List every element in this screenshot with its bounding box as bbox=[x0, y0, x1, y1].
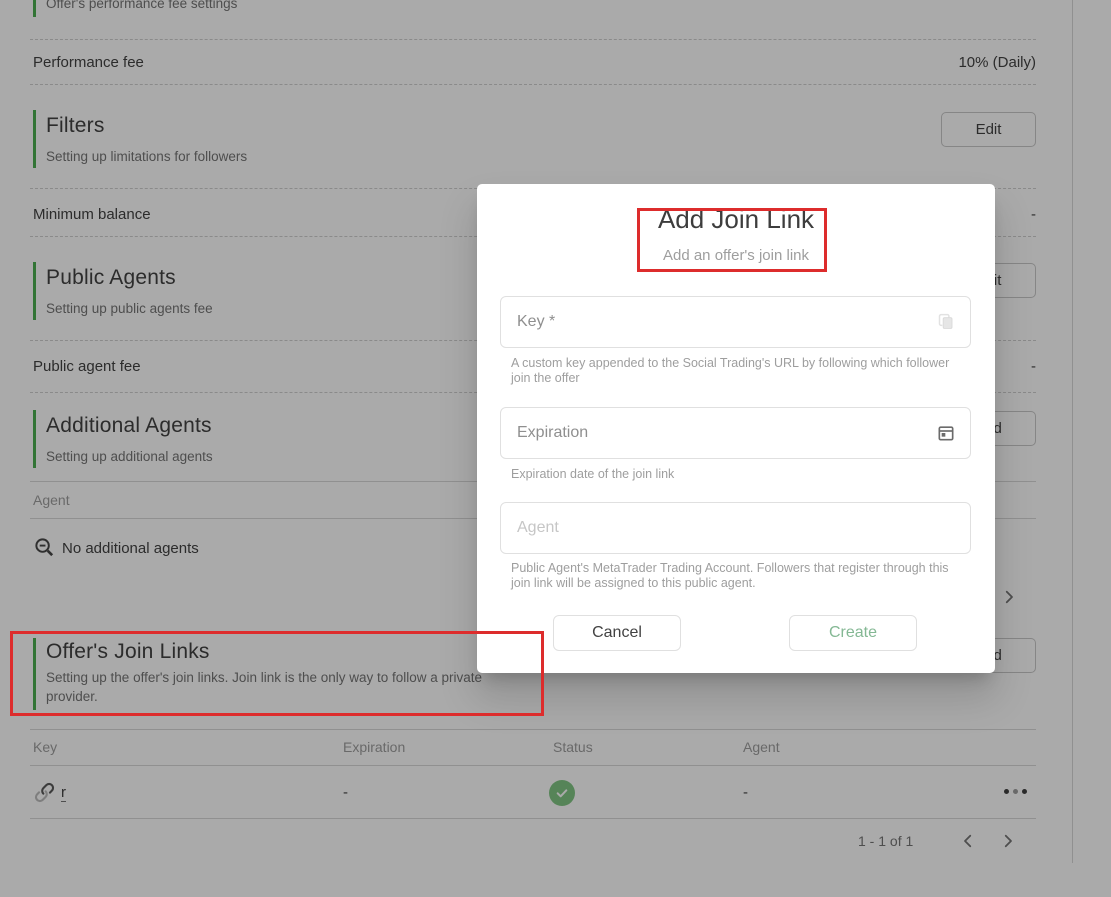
key-helper-text: A custom key appended to the Social Trad… bbox=[511, 356, 950, 385]
agent-helper-text: Public Agent's MetaTrader Trading Accoun… bbox=[511, 561, 949, 590]
key-input[interactable] bbox=[501, 297, 970, 347]
create-button[interactable]: Create bbox=[789, 615, 917, 651]
calendar-icon[interactable] bbox=[936, 423, 956, 443]
expiration-field[interactable] bbox=[500, 407, 971, 459]
copy-icon[interactable] bbox=[936, 312, 956, 332]
expiration-input[interactable] bbox=[501, 408, 970, 458]
key-field[interactable] bbox=[500, 296, 971, 348]
expiration-helper-text: Expiration date of the join link bbox=[511, 467, 675, 481]
agent-field[interactable] bbox=[500, 502, 971, 554]
cancel-button[interactable]: Cancel bbox=[553, 615, 681, 651]
provider-settings-page: Offer's performance fee settings Perform… bbox=[0, 0, 1111, 897]
agent-input[interactable] bbox=[501, 503, 970, 553]
add-join-link-modal: Add Join Link Add an offer's join link A… bbox=[477, 184, 995, 673]
modal-title: Add Join Link bbox=[657, 204, 815, 234]
modal-subtitle: Add an offer's join link bbox=[662, 247, 809, 264]
